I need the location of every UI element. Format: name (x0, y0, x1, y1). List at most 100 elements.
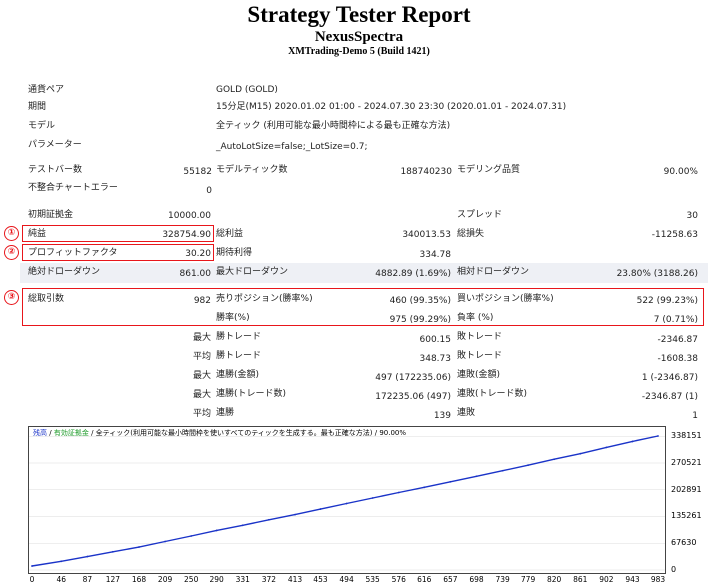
report-title: Strategy Tester Report (247, 2, 471, 27)
legend-info: 全ティック(利用可能な最小時間枠を使いすべてのティックを生成する。最も正確な方法… (95, 429, 407, 437)
x-tick-label: 0 (29, 575, 35, 584)
winrate-label: 勝率(%) (216, 313, 250, 323)
balance-point (579, 452, 582, 455)
net-value: 328754.90 (162, 230, 211, 240)
mismatch-value: 0 (206, 186, 212, 196)
rel-dd-label: 相対ドローダウン (457, 267, 530, 277)
balance-point (319, 508, 322, 510)
balance-point (475, 475, 478, 478)
balance-point (449, 480, 452, 483)
max-dd-label: 最大ドローダウン (216, 267, 289, 277)
balance-point (111, 550, 114, 553)
balance-point (60, 560, 63, 563)
marker-1: ① (4, 226, 19, 241)
gross-profit-label: 総利益 (216, 229, 244, 239)
consec-win-count-value: 172235.06 (497) (375, 392, 451, 402)
balance-point (190, 535, 193, 537)
params-label: パラメーター (28, 140, 82, 150)
balance-point (164, 540, 166, 543)
max-label-3: 最大 (192, 390, 211, 400)
consec-win-count-label: 連勝(トレード数) (216, 389, 287, 399)
gross-profit-value: 340013.53 (402, 230, 451, 240)
balance-point (631, 440, 634, 443)
gross-loss-label: 総損失 (457, 229, 485, 239)
balance-point (31, 565, 33, 567)
avg-label-2: 平均 (192, 409, 211, 419)
model-label: モデル (28, 121, 56, 131)
trades-label: 総取引数 (28, 294, 65, 304)
y-tick-label: 0 (671, 565, 677, 574)
period-label: 期間 (28, 102, 47, 112)
spread-label: スプレッド (457, 210, 503, 220)
winrate-value: 975 (99.29%) (389, 315, 451, 325)
balance-chart (28, 426, 666, 574)
consec-loss-count-label: 連敗(トレード数) (457, 389, 528, 399)
abs-dd-label: 絶対ドローダウン (28, 267, 101, 277)
balance-point (345, 502, 348, 505)
avg-consec-loss-value: 1 (692, 411, 698, 421)
bars-value: 55182 (183, 167, 212, 177)
balance-point (501, 469, 504, 472)
trades-value: 982 (193, 296, 211, 306)
avg-consec-win-label: 連勝 (216, 408, 235, 418)
y-tick-label: 338151 (671, 431, 702, 441)
avg-label-1: 平均 (192, 352, 211, 362)
balance-point (527, 464, 529, 467)
pf-label: プロフィットファクタ (28, 248, 118, 258)
model-value: 全ティック (利用可能な最小時間枠による最も正確な方法) (216, 121, 451, 131)
balance-point (423, 486, 426, 489)
consec-loss-money-value: 1 (-2346.87) (641, 373, 698, 383)
max-label-2: 最大 (192, 371, 211, 381)
net-label: 純益 (28, 229, 47, 239)
x-tick-label: 983 (650, 575, 666, 584)
consec-loss-money-label: 連敗(金額) (457, 370, 501, 380)
marker-3: ③ (4, 290, 19, 305)
period-value: 15分足(M15) 2020.01.02 01:00 - 2024.07.30 … (216, 102, 567, 112)
rel-dd-value: 23.80% (3188.26) (616, 269, 698, 279)
chart-frame (28, 426, 666, 574)
legend-equity: 有効証拠金 (53, 429, 89, 437)
params-value: _AutoLotSize=false;_LotSize=0.7; (216, 142, 368, 152)
max-label-1: 最大 (192, 333, 211, 343)
balance-point (371, 497, 374, 499)
y-tick-label: 270521 (671, 457, 702, 467)
short-value: 460 (99.35%) (389, 296, 451, 306)
avg-consec-loss-label: 連敗 (457, 408, 476, 418)
y-tick-label: 202891 (671, 484, 702, 494)
deposit-value: 10000.00 (168, 211, 211, 221)
largest-win-label: 勝トレード (216, 332, 262, 342)
y-tick-label: 67630 (671, 538, 697, 548)
avg-consec-win-value: 139 (433, 411, 451, 421)
gross-loss-value: -11258.63 (651, 230, 698, 240)
lossrate-value: 7 (0.71%) (653, 315, 698, 325)
balance-point (241, 524, 244, 527)
marker-2: ② (4, 245, 19, 260)
pf-value: 30.20 (185, 249, 211, 259)
quality-label: モデリング品質 (457, 165, 521, 175)
consec-win-money-label: 連勝(金額) (216, 370, 260, 380)
avg-win-value: 348.73 (419, 354, 452, 364)
y-tick-label: 135261 (671, 511, 702, 521)
quality-value: 90.00% (663, 167, 698, 177)
expected-value: 334.78 (419, 250, 452, 260)
max-dd-value: 4882.89 (1.69%) (375, 269, 451, 279)
abs-dd-value: 861.00 (179, 269, 212, 279)
deposit-label: 初期証拠金 (28, 210, 74, 220)
consec-win-money-value: 497 (172235.06) (375, 373, 451, 383)
largest-loss-value: -2346.87 (657, 335, 698, 345)
expected-label: 期待利得 (216, 248, 253, 258)
balance-point (397, 491, 400, 494)
mismatch-label: 不整合チャートエラー (28, 183, 118, 193)
ticks-value: 188740230 (400, 167, 452, 177)
avg-win-label: 勝トレード (216, 351, 262, 361)
balance-point (294, 513, 296, 516)
avg-loss-label: 敗トレード (457, 351, 503, 361)
ea-name: NexusSpectra (314, 29, 404, 45)
avg-loss-value: -1608.38 (657, 354, 698, 364)
lossrate-label: 負率 (%) (457, 313, 494, 323)
balance-point (86, 555, 89, 558)
bars-label: テストバー数 (28, 165, 83, 175)
balance-point (605, 446, 608, 449)
pair-label: 通貨ペア (28, 85, 65, 95)
chart-legend: 残高 / 有効証拠金 / 全ティック(利用可能な最小時間枠を使いすべてのティック… (33, 428, 406, 438)
